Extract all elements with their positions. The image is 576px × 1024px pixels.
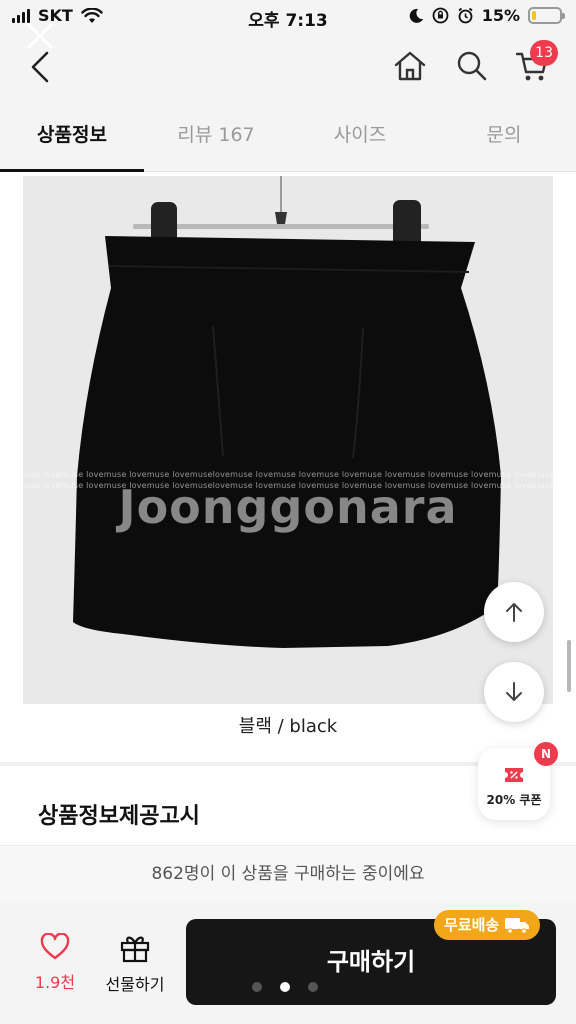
buying-notice: 862명이 이 상품을 구매하는 중이에요 [0, 845, 576, 901]
page-dot-active [280, 982, 290, 992]
moon-icon [409, 8, 423, 23]
image-caption: 블랙 / black [238, 716, 338, 737]
search-icon [457, 51, 487, 81]
top-navigation: 13 [0, 23, 576, 100]
product-tabs: 상품정보 리뷰 167 사이즈 문의 [0, 100, 576, 172]
tab-size[interactable]: 사이즈 [288, 100, 432, 171]
like-button[interactable]: 1.9천 [22, 932, 88, 993]
status-right: 15% [408, 6, 565, 25]
orientation-lock-icon [432, 7, 449, 24]
back-button[interactable] [26, 50, 56, 84]
tab-inquiry[interactable]: 문의 [432, 100, 576, 171]
status-bar: SKT 오후 7:13 15% [0, 0, 576, 34]
gift-label: 선물하기 [105, 975, 165, 994]
battery-icon [528, 7, 565, 24]
cart-button[interactable]: 13 [512, 40, 558, 86]
battery-level [532, 11, 536, 20]
scrollbar[interactable] [567, 640, 571, 692]
close-icon[interactable] [24, 20, 56, 52]
product-notice-title: 상품정보제공고시 [38, 804, 200, 829]
like-count: 1.9천 [34, 973, 76, 992]
page-indicator [252, 982, 318, 992]
page-dot [308, 982, 318, 992]
skirt-illustration [73, 176, 501, 648]
arrow-up-icon [506, 603, 522, 622]
home-button[interactable] [390, 46, 430, 86]
tab-reviews[interactable]: 리뷰 167 [144, 100, 288, 171]
truck-icon [505, 918, 530, 934]
arrow-down-icon [506, 682, 522, 701]
home-icon [394, 51, 426, 81]
cart-count-badge: 13 [530, 40, 558, 66]
tab-product-info[interactable]: 상품정보 [0, 100, 144, 172]
brand-watermark: Joonggonara [118, 480, 458, 534]
page-dot [252, 982, 262, 992]
gift-icon [120, 936, 150, 963]
new-badge: N [534, 742, 558, 766]
product-image [23, 176, 553, 704]
gift-button[interactable]: 선물하기 [100, 933, 170, 995]
free-shipping-badge: 무료배송 [434, 910, 541, 940]
product-detail-content: lovemuse lovemuse lovemuse lovemuse love… [0, 172, 576, 845]
coupon-icon [505, 768, 523, 782]
search-button[interactable] [452, 46, 492, 86]
watermark-text: lovemuse lovemuse lovemuse lovemuse love… [0, 470, 576, 479]
scroll-down-button[interactable] [484, 662, 544, 722]
heart-icon [40, 932, 70, 960]
free-shipping-label: 무료배송 [444, 916, 500, 934]
alarm-icon [458, 7, 473, 24]
battery-percent: 15% [481, 6, 520, 25]
coupon-label: 20% 쿠폰 [486, 793, 542, 807]
scroll-up-button[interactable] [484, 582, 544, 642]
coupon-button[interactable]: 20% 쿠폰 N [478, 742, 558, 820]
